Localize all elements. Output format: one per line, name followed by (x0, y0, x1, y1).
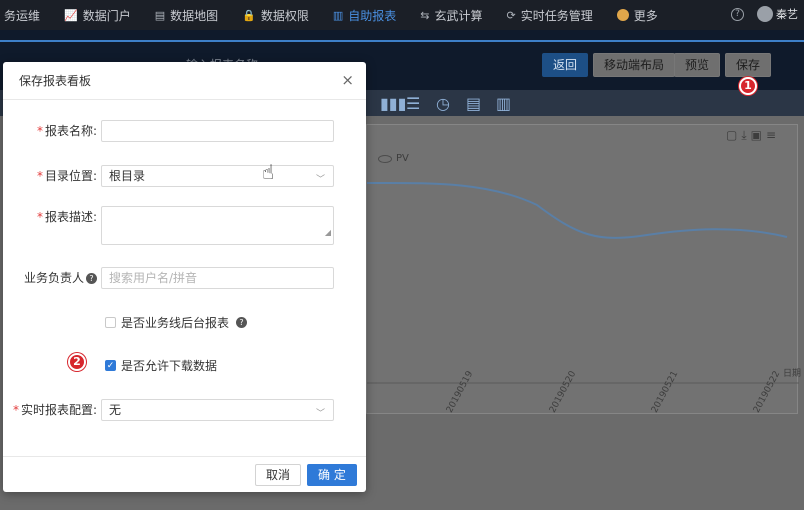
realtime-select[interactable]: 无 ﹀ (101, 399, 334, 421)
x-axis-label: 日期 (783, 369, 802, 379)
step-badge-1: 1 (739, 77, 757, 95)
modal-footer: 取消 确 定 (3, 456, 366, 492)
chart-legend[interactable]: PV (378, 153, 409, 164)
checkbox-label: 是否允许下载数据 (121, 359, 218, 373)
chevron-down-icon: ﹀ (315, 409, 325, 419)
nav-item-label: 玄武计算 (434, 8, 483, 23)
legend-marker (378, 154, 392, 163)
more-icon (616, 9, 629, 21)
avatar (757, 6, 773, 22)
allow-download-checkbox-row[interactable]: ✓ 是否允许下载数据 (105, 357, 217, 374)
preview-button[interactable]: 预览 (674, 53, 721, 77)
field-description: * 报表描述: ◢ (3, 206, 366, 245)
nav-item-more[interactable]: 更多 (605, 0, 670, 30)
chevron-down-icon: ﹀ (315, 175, 325, 185)
back-button[interactable]: 返回 (542, 53, 589, 77)
cancel-button[interactable]: 取消 (255, 464, 302, 486)
swap-icon: ⇆ (420, 8, 430, 22)
backend-report-checkbox-row[interactable]: 是否业务线后台报表 ? (105, 314, 248, 331)
close-icon[interactable]: × (341, 73, 354, 88)
chart-panel (366, 124, 799, 414)
table-icon[interactable]: ▤ (466, 94, 481, 113)
hand-cursor-icon: ☝ (262, 160, 275, 184)
field-label: * 目录位置: (36, 169, 97, 183)
checkbox-label: 是否业务线后台报表 (121, 316, 230, 330)
top-nav: 务运维 📈 数据门户 ▤ 数据地图 🔒 数据权限 ▥ 自助报表 ⇆ 玄武计算 ⟳ 实时任务管… (0, 0, 804, 30)
nav-item-data-map[interactable]: ▤ 数据地图 (143, 0, 230, 30)
lock-icon: 🔒 (242, 8, 256, 22)
allow-download-checkbox[interactable]: ✓ (105, 360, 116, 371)
nav-item-realtime-tasks[interactable]: ⟳ 实时任务管理 (495, 0, 605, 30)
required-mark: * (12, 403, 19, 417)
divider (0, 40, 804, 42)
line-chart (366, 181, 799, 384)
panel-action-icons[interactable]: ▢⤓▣≡ (726, 128, 780, 143)
save-report-modal: 保存报表看板 × * 报表名称: * 目录位置: 根目录 ﹀ * 报表描述: ◢ 业务… (3, 62, 366, 492)
user-name: 秦艺 (776, 8, 798, 21)
nav-item-data-portal[interactable]: 📈 数据门户 (52, 0, 143, 30)
nav-item-xuanwu[interactable]: ⇆ 玄武计算 (408, 0, 494, 30)
nav-item-label: 数据门户 (82, 8, 131, 23)
description-textarea[interactable]: ◢ (101, 206, 334, 245)
field-label: 业务负责人? (3, 267, 101, 289)
user-menu[interactable]: 秦艺 (757, 6, 798, 22)
text-icon[interactable]: ▥ (496, 94, 511, 113)
backend-report-checkbox[interactable] (105, 317, 116, 328)
realtime-value: 无 (109, 403, 122, 417)
required-mark: * (36, 169, 43, 183)
bar-list-icon[interactable]: ☰ (406, 94, 420, 113)
step-badge-2: 2 (68, 353, 86, 371)
directory-value: 根目录 (109, 169, 146, 183)
nav-item-label: 更多 (633, 8, 658, 23)
field-label: * 报表名称: (36, 124, 97, 138)
modal-header: 保存报表看板 (3, 62, 366, 100)
nav-item-label: 数据权限 (260, 8, 309, 23)
field-label: * 报表描述: (36, 210, 97, 224)
column-chart-icon[interactable]: ▮▮▮ (380, 94, 406, 113)
question-icon[interactable]: ? (86, 273, 97, 284)
field-report-name: * 报表名称: (3, 120, 366, 142)
help-icon[interactable]: ? (731, 8, 744, 21)
legend-label: PV (396, 153, 409, 164)
required-mark: * (36, 210, 43, 224)
field-label: * 实时报表配置: (12, 403, 97, 417)
report-name-field[interactable] (101, 120, 334, 142)
modal-title: 保存报表看板 (19, 74, 92, 88)
question-icon[interactable]: ? (236, 317, 248, 328)
nav-item-label: 数据地图 (170, 8, 219, 23)
save-button[interactable]: 保存 (725, 53, 772, 77)
nav-item-label: 自助报表 (348, 8, 397, 23)
bar-chart-icon: ▥ (332, 8, 344, 22)
required-mark: * (36, 124, 43, 138)
nav-item-label: 务运维 (4, 8, 41, 23)
document-list-icon: ▤ (154, 8, 166, 22)
chart-line-icon: 📈 (64, 8, 78, 22)
field-directory: * 目录位置: 根目录 ﹀ (3, 165, 366, 187)
gauge-icon[interactable]: ◷ (436, 94, 450, 113)
field-owner: 业务负责人? 搜索用户名/拼音 (3, 267, 366, 289)
directory-select[interactable]: 根目录 ﹀ (101, 165, 334, 187)
nav-item-self-report[interactable]: ▥ 自助报表 (321, 0, 408, 30)
nav-item-ops[interactable]: 务运维 (0, 0, 52, 30)
nav-item-label: 实时任务管理 (520, 8, 593, 23)
field-realtime: * 实时报表配置: 无 ﹀ (3, 399, 366, 421)
owner-search-input[interactable]: 搜索用户名/拼音 (101, 267, 334, 289)
nav-item-data-permission[interactable]: 🔒 数据权限 (230, 0, 321, 30)
series-line-pv (366, 181, 788, 239)
confirm-button[interactable]: 确 定 (307, 464, 357, 486)
refresh-icon: ⟳ (506, 8, 516, 22)
mobile-layout-button[interactable]: 移动端布局 (593, 53, 676, 77)
resize-handle-icon[interactable]: ◢ (325, 223, 331, 243)
